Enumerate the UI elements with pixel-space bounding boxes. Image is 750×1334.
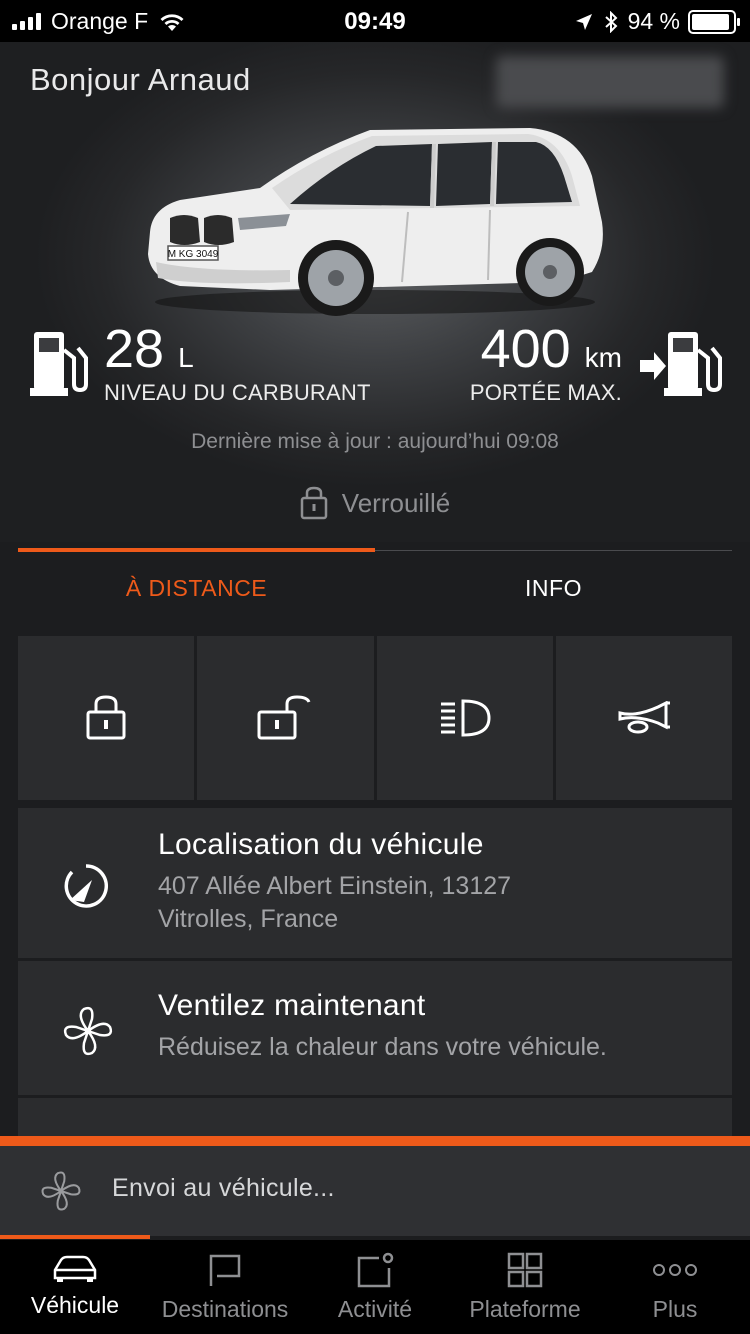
location-arrow-icon [575,13,592,30]
lock-button[interactable] [18,636,195,800]
greeting: Bonjour Arnaud [30,62,251,97]
lock-icon [300,486,328,520]
toast-text: Envoi au véhicule... [112,1174,335,1202]
unlock-icon [257,695,311,740]
bluetooth-icon [604,10,618,33]
nav-vehicle[interactable]: Véhicule [0,1240,150,1334]
license-plate: M KG 3049 [168,249,219,260]
range-value: 400 [480,319,571,379]
remote-actions [18,636,732,800]
range-unit: km [584,342,622,373]
fan-icon [41,1171,81,1211]
range: 400 km PORTÉE MAX. [470,322,722,406]
last-update: Dernière mise à jour : aujourd’hui 09:08 [191,430,559,453]
blurred-vehicle-name [496,56,724,108]
status-bar: Orange F 09:49 94 % [0,0,750,42]
toast-progress [0,1235,150,1239]
nav-label: Véhicule [30,1292,120,1318]
unlock-button[interactable] [197,636,374,800]
lock-status-label: Verrouillé [341,487,451,518]
toast-top-bar [0,1136,750,1146]
list-item-subtitle-2: Vitrolles, France [158,905,339,933]
range-pump-icon [640,332,722,396]
bottom-nav: Véhicule Destinations Activité Plateform… [0,1240,750,1334]
fuel-unit: L [178,342,194,373]
tab-remote[interactable]: À DISTANCE [18,575,375,602]
headlight-flash-button[interactable] [376,636,553,800]
list-item-title: Localisation du véhicule [158,828,484,861]
lock-icon [86,695,126,740]
headlight-icon [440,699,491,737]
battery-percent: 94 % [627,8,680,34]
flag-icon [209,1254,241,1286]
car-icon [53,1255,97,1282]
horn-icon [618,701,670,734]
activity-icon [357,1252,394,1288]
horn-button[interactable] [555,636,732,800]
fuel-pump-icon [30,332,88,396]
car-image: M KG 3049 [140,122,610,322]
nav-destinations[interactable]: Destinations [150,1240,300,1334]
list-item-title: Ventilez maintenant [158,989,426,1022]
nav-label: Plus [652,1296,698,1322]
location-icon [64,864,108,908]
grid-icon [507,1252,543,1288]
more-icon [653,1264,697,1276]
sending-toast: Envoi au véhicule... [0,1146,750,1239]
nav-activity[interactable]: Activité [300,1240,450,1334]
range-label: PORTÉE MAX. [469,380,622,405]
nav-label: Plateforme [469,1296,581,1322]
fuel-label: NIVEAU DU CARBURANT [104,380,371,405]
fan-icon [63,1006,113,1056]
nav-label: Activité [337,1296,413,1322]
nav-platform[interactable]: Plateforme [450,1240,600,1334]
tab-info[interactable]: INFO [375,575,732,602]
tab-indicator [18,548,375,552]
list-item-ventilate[interactable]: Ventilez maintenant Réduisez la chaleur … [18,961,732,1095]
nav-more[interactable]: Plus [600,1240,750,1334]
battery-icon [688,9,740,34]
fuel-value: 28 [104,319,165,379]
list-item-subtitle: 407 Allée Albert Einstein, 13127 [158,872,512,900]
nav-label: Destinations [161,1296,289,1322]
fuel-level: 28 L NIVEAU DU CARBURANT [28,322,371,406]
list-item-vehicle-location[interactable]: Localisation du véhicule 407 Allée Alber… [18,808,732,958]
list-item-subtitle: Réduisez la chaleur dans votre véhicule. [158,1033,607,1061]
vehicle-hero: Bonjour Arnaud M KG 3049 28 L NIVEAU DU … [0,42,750,542]
tab-bar: À DISTANCE INFO [18,548,732,611]
lock-status: Verrouillé [0,486,750,520]
remote-services-list: Localisation du véhicule 407 Allée Alber… [18,808,732,1161]
